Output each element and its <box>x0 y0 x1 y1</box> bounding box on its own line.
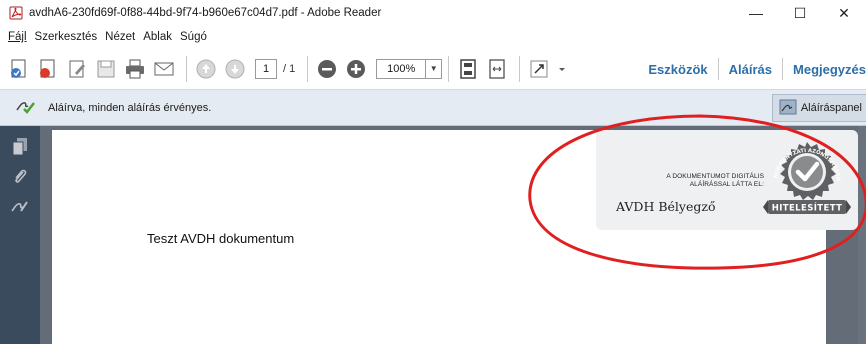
signature-status-text: Aláírva, minden aláírás érvényes. <box>48 101 212 114</box>
previous-page-icon[interactable] <box>193 56 219 82</box>
menu-help[interactable]: Súgó <box>180 31 207 43</box>
document-body-text: Teszt AVDH dokumentum <box>147 231 295 246</box>
menu-window[interactable]: Ablak <box>143 31 172 43</box>
sign-link[interactable]: Aláírás <box>719 62 782 77</box>
stamp-caption-line2: ALÁÍRÁSSAL LÁTTA EL: <box>689 181 764 188</box>
certified-seal-icon: KORMÁNYZATI AZONOSÍTÁSSAL HITELESÍTETT <box>760 132 852 231</box>
print-icon[interactable] <box>122 56 148 82</box>
vertical-scrollbar[interactable] <box>858 126 866 344</box>
signature-status-bar: Aláírva, minden aláírás érvényes. Aláírá… <box>0 90 866 126</box>
seal-ribbon-text: HITELESÍTETT <box>772 202 843 214</box>
maximize-button[interactable]: ☐ <box>778 0 822 26</box>
full-screen-icon[interactable] <box>526 56 552 82</box>
menu-file[interactable]: Fájl <box>8 31 27 43</box>
minimize-button[interactable]: — <box>734 0 778 26</box>
signature-panel-label: Aláíráspanel <box>800 102 862 114</box>
zoom-level-input[interactable]: 100% <box>376 58 427 79</box>
page-number-input[interactable]: 1 <box>255 58 277 79</box>
signatures-icon[interactable] <box>0 192 40 222</box>
adobe-reader-icon <box>9 6 23 20</box>
signature-panel-button[interactable]: Aláíráspanel <box>771 94 866 122</box>
attachment-icon[interactable] <box>0 162 40 192</box>
fit-width-icon[interactable] <box>484 56 510 82</box>
zoom-dropdown-icon[interactable]: ▼ <box>426 58 443 79</box>
signature-panel-icon <box>779 99 797 118</box>
document-area[interactable]: Teszt AVDH dokumentum A DOKUMENTUMOT DIG… <box>40 126 866 344</box>
signature-check-icon <box>16 97 36 118</box>
navigation-pane <box>0 126 40 344</box>
save-icon[interactable] <box>93 56 119 82</box>
pdf-page: Teszt AVDH dokumentum A DOKUMENTUMOT DIG… <box>52 130 858 344</box>
close-button[interactable]: ✕ <box>822 0 866 26</box>
comment-link[interactable]: Megjegyzés <box>783 62 866 77</box>
toolbar-separator <box>448 55 450 82</box>
zoom-in-icon[interactable] <box>343 56 369 82</box>
pages-icon[interactable] <box>0 132 40 162</box>
menu-bar: Fájl Szerkesztés Nézet Ablak Súgó <box>0 26 866 48</box>
menu-view[interactable]: Nézet <box>105 31 135 43</box>
title-bar: avdhA6-230fd69f-0f88-44bd-9f74-b960e67c0… <box>0 0 866 26</box>
zoom-out-icon[interactable] <box>314 56 340 82</box>
fit-page-icon[interactable] <box>455 56 481 82</box>
email-icon[interactable] <box>151 56 177 82</box>
toolbar: 1 / 1 100% ▼ Eszközök Aláírás Megjegyzés <box>0 48 866 90</box>
menu-edit[interactable]: Szerkesztés <box>35 31 98 43</box>
avdh-signature-stamp[interactable]: A DOKUMENTUMOT DIGITÁLIS ALÁÍRÁSSAL LÁTT… <box>596 130 858 230</box>
next-page-icon[interactable] <box>222 56 248 82</box>
create-pdf-icon[interactable] <box>6 56 32 82</box>
toolbar-separator <box>307 55 309 82</box>
toolbar-separator <box>186 55 187 82</box>
export-pdf-icon[interactable] <box>35 56 61 82</box>
page-total: / 1 <box>283 62 296 75</box>
toolbar-separator <box>519 55 521 82</box>
window-title: avdhA6-230fd69f-0f88-44bd-9f74-b960e67c0… <box>29 7 382 19</box>
stamp-caption-line1: A DOKUMENTUMOT DIGITÁLIS <box>666 173 764 180</box>
more-tools-chevron-icon[interactable] <box>555 56 569 82</box>
tools-link[interactable]: Eszközök <box>638 62 717 77</box>
stamp-name: AVDH Bélyegző <box>616 199 716 214</box>
edit-icon[interactable] <box>64 56 90 82</box>
